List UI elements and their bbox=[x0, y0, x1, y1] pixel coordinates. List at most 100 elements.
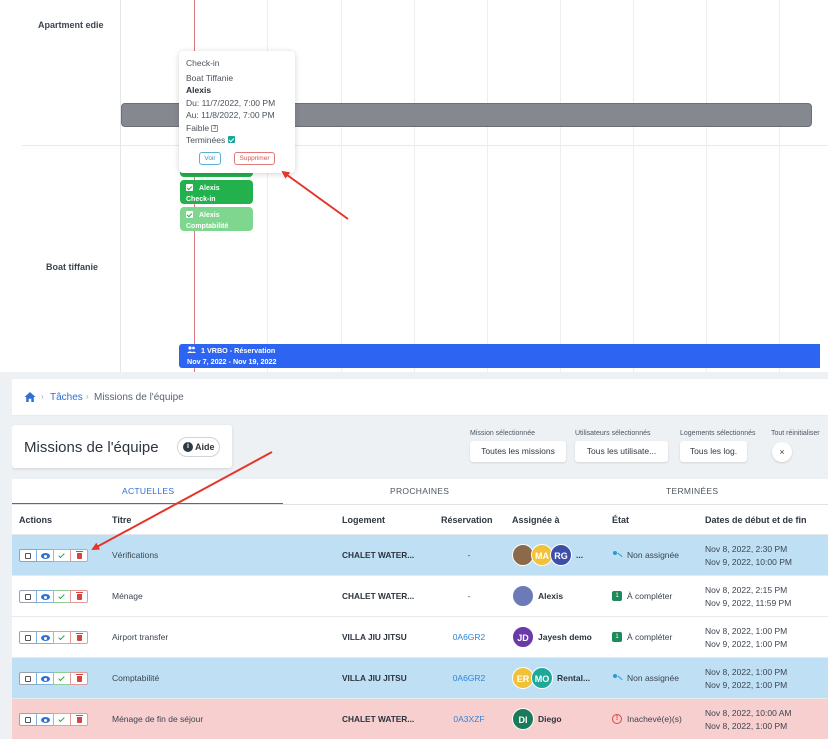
reset-button[interactable]: × bbox=[772, 442, 792, 462]
delete-button[interactable] bbox=[70, 590, 88, 603]
check-icon bbox=[58, 551, 65, 559]
breadcrumb-separator: › bbox=[86, 392, 89, 401]
breadcrumb-separator: › bbox=[41, 392, 44, 401]
task-assignees[interactable]: JD Jayesh demo bbox=[512, 626, 592, 648]
header-logement[interactable]: Logement bbox=[342, 515, 385, 525]
task-dates: Nov 8, 2022, 2:30 PM Nov 9, 2022, 10:00 P… bbox=[705, 543, 792, 568]
table-header: Actions Titre Logement Réservation Assig… bbox=[12, 505, 828, 535]
reset-label: Tout réinitialiser bbox=[771, 430, 820, 437]
task-chip-checkin[interactable]: Alexis Check-in bbox=[180, 180, 253, 204]
page-title: Missions de l'équipe bbox=[24, 439, 159, 456]
chip-task: Comptabilité bbox=[186, 223, 229, 230]
table-row[interactable]: Comptabilité VILLA JIU JITSU 0A6GR2 ER MO Ren… bbox=[12, 658, 828, 699]
avatar bbox=[512, 585, 534, 607]
filter-logements-label: Logements sélectionnés bbox=[680, 430, 756, 437]
task-assignees[interactable]: DI Diego bbox=[512, 708, 562, 730]
header-dates[interactable]: Dates de début et de fin bbox=[705, 515, 807, 525]
tab-prochaines[interactable]: PROCHAINES bbox=[390, 486, 449, 496]
header-assignee[interactable]: Assignée à bbox=[512, 515, 560, 525]
mission-tabs: ACTUELLES PROCHAINES TERMINÉES bbox=[12, 479, 828, 505]
unassigned-user-icon bbox=[612, 550, 622, 560]
eye-icon bbox=[41, 594, 50, 600]
title-card: Missions de l'équipe i Aide bbox=[12, 425, 232, 468]
filter-users-select[interactable]: Tous les utilisate... bbox=[575, 441, 668, 462]
task-title[interactable]: Ménage de fin de séjour bbox=[112, 714, 203, 724]
page-header: Missions de l'équipe i Aide Mission séle… bbox=[12, 416, 828, 479]
eye-icon bbox=[41, 676, 50, 682]
table-row[interactable]: Airport transfer VILLA JIU JITSU 0A6GR2 JD J… bbox=[12, 617, 828, 658]
warning-circle-icon: ! bbox=[612, 714, 622, 724]
header-title[interactable]: Titre bbox=[112, 515, 131, 525]
complete-button[interactable] bbox=[53, 631, 71, 644]
complete-button[interactable] bbox=[53, 713, 71, 726]
task-reservation: - bbox=[467, 591, 471, 601]
checkbox-icon bbox=[25, 676, 31, 682]
header-reservation[interactable]: Réservation bbox=[441, 515, 493, 525]
task-assignees[interactable]: ER MO Rental... bbox=[512, 667, 590, 689]
trash-icon bbox=[76, 551, 83, 559]
task-logement: CHALET WATER... bbox=[342, 591, 415, 601]
reservation-dates: Nov 7, 2022 - Nov 19, 2022 bbox=[187, 356, 277, 366]
assignee-name: Alexis bbox=[538, 591, 564, 601]
popover-property: Boat Tiffanie bbox=[186, 72, 234, 83]
complete-button[interactable] bbox=[53, 590, 71, 603]
table-row[interactable]: Ménage de fin de séjour CHALET WATER... 0A… bbox=[12, 699, 828, 739]
complete-button[interactable] bbox=[53, 672, 71, 685]
table-row[interactable]: Ménage CHALET WATER... - Alexis 1 À compléter… bbox=[12, 576, 828, 617]
header-state[interactable]: État bbox=[612, 515, 629, 525]
home-icon[interactable] bbox=[24, 391, 36, 403]
task-title[interactable]: Comptabilité bbox=[112, 673, 159, 683]
view-button[interactable] bbox=[36, 631, 54, 644]
task-chip-comptabilite[interactable]: Alexis Comptabilité bbox=[180, 207, 253, 231]
row-actions bbox=[19, 713, 92, 726]
task-reservation[interactable]: 0A6GR2 bbox=[442, 632, 496, 642]
task-assignees[interactable]: MA RG... bbox=[512, 544, 583, 566]
delete-button[interactable] bbox=[70, 631, 88, 644]
popover-from: Du: 11/7/2022, 7:00 PM bbox=[186, 97, 276, 108]
select-checkbox[interactable] bbox=[19, 631, 37, 644]
view-button[interactable] bbox=[36, 549, 54, 562]
breadcrumb-tasks-link[interactable]: Tâches bbox=[50, 392, 83, 403]
complete-button[interactable] bbox=[53, 549, 71, 562]
task-dates: Nov 8, 2022, 10:00 AM Nov 8, 2022, 1:00 P… bbox=[705, 707, 791, 732]
reservation-title: 1 VRBO - Réservation bbox=[201, 346, 276, 355]
tab-actuelles[interactable]: ACTUELLES bbox=[122, 486, 174, 496]
avatar: RG bbox=[550, 544, 572, 566]
chip-checkbox[interactable] bbox=[186, 211, 193, 218]
trash-icon bbox=[76, 633, 83, 641]
tab-terminees[interactable]: TERMINÉES bbox=[666, 486, 718, 496]
popover-delete-button[interactable]: Supprimer bbox=[234, 152, 275, 165]
view-button[interactable] bbox=[36, 672, 54, 685]
task-state: Non assignée bbox=[612, 550, 679, 560]
delete-button[interactable] bbox=[70, 549, 88, 562]
task-reservation[interactable]: 0A6GR2 bbox=[442, 673, 496, 683]
select-checkbox[interactable] bbox=[19, 590, 37, 603]
task-title[interactable]: Vérifications bbox=[112, 550, 158, 560]
day-gridline bbox=[487, 0, 488, 372]
filter-logements-select[interactable]: Tous les log. bbox=[680, 441, 747, 462]
task-assignees[interactable]: Alexis bbox=[512, 585, 563, 607]
task-title[interactable]: Airport transfer bbox=[112, 632, 168, 642]
reservation-bar[interactable]: 1 VRBO - Réservation Nov 7, 2022 - Nov 1… bbox=[179, 344, 820, 368]
end-date: Nov 9, 2022, 1:00 PM bbox=[705, 679, 788, 690]
chip-checkbox[interactable] bbox=[186, 184, 193, 191]
popover-view-button[interactable]: Voir bbox=[199, 152, 221, 165]
day-gridline bbox=[560, 0, 561, 372]
popover-status: Terminées bbox=[186, 135, 226, 145]
checkbox-icon bbox=[25, 553, 31, 559]
select-checkbox[interactable] bbox=[19, 549, 37, 562]
chip-task: Check-in bbox=[186, 196, 216, 203]
delete-button[interactable] bbox=[70, 713, 88, 726]
task-reservation[interactable]: 0A3XZF bbox=[442, 714, 496, 724]
select-checkbox[interactable] bbox=[19, 672, 37, 685]
task-title[interactable]: Ménage bbox=[112, 591, 143, 601]
view-button[interactable] bbox=[36, 590, 54, 603]
select-checkbox[interactable] bbox=[19, 713, 37, 726]
help-button[interactable]: i Aide bbox=[177, 437, 220, 457]
table-row[interactable]: Vérifications CHALET WATER... - MA RG... Non … bbox=[12, 535, 828, 576]
filter-mission-select[interactable]: Toutes les missions bbox=[470, 441, 566, 462]
delete-button[interactable] bbox=[70, 672, 88, 685]
missions-app: › Tâches › Missions de l'équipe Missions… bbox=[12, 379, 828, 739]
view-button[interactable] bbox=[36, 713, 54, 726]
chip-assignee: Alexis bbox=[199, 212, 220, 219]
